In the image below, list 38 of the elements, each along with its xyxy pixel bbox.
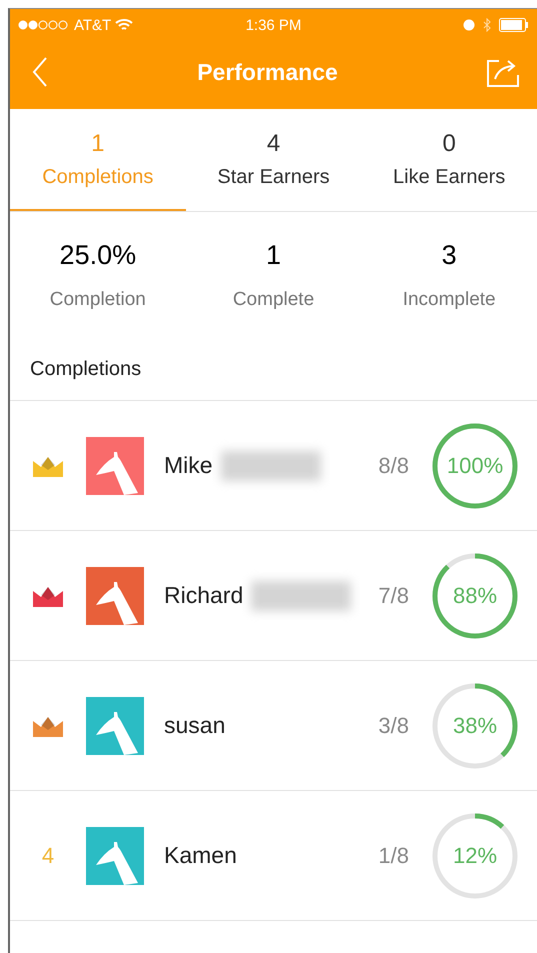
- signal-icon: [18, 20, 70, 30]
- score: 8/8: [378, 452, 409, 478]
- tab-count: 0: [442, 130, 456, 158]
- battery-icon: [499, 18, 529, 32]
- section-title: Completions: [10, 338, 537, 401]
- tab-label: Like Earners: [393, 166, 506, 188]
- percent-text: 100%: [446, 454, 504, 476]
- tab-count: 1: [91, 130, 104, 158]
- stat-label: Completion: [50, 288, 146, 310]
- stat-value: 3: [442, 240, 457, 270]
- tab[interactable]: 4 Star Earners: [186, 109, 362, 211]
- carrier-name: AT&T: [74, 16, 112, 34]
- alarm-icon: [463, 19, 475, 31]
- stat-value: 25.0%: [60, 240, 136, 270]
- student-name: susan: [164, 712, 226, 739]
- percent-text: 88%: [452, 584, 498, 606]
- score: 1/8: [378, 842, 409, 868]
- wifi-icon: [115, 18, 134, 32]
- stat-label: Incomplete: [402, 288, 496, 310]
- score: 3/8: [378, 712, 409, 738]
- student-name: Kamen: [164, 842, 237, 869]
- back-icon[interactable]: [32, 57, 48, 87]
- rank-number: 4: [42, 842, 54, 868]
- stat-value: 1: [266, 240, 281, 270]
- status-time: 1:36 PM: [246, 16, 302, 34]
- student-name: Richard: [164, 582, 244, 609]
- tab[interactable]: 0 Like Earners: [361, 109, 537, 211]
- share-icon[interactable]: [487, 57, 519, 87]
- tab-label: Star Earners: [217, 166, 330, 188]
- student-name: Mike: [164, 452, 213, 479]
- stat-label: Complete: [232, 288, 314, 310]
- percent-text: 12%: [452, 844, 498, 866]
- bluetooth-icon: [483, 18, 491, 32]
- tab-count: 4: [266, 130, 280, 158]
- tab-label: Completions: [42, 166, 154, 188]
- page-title: Performance: [197, 58, 338, 86]
- score: 7/8: [378, 582, 409, 608]
- percent-text: 38%: [452, 714, 498, 736]
